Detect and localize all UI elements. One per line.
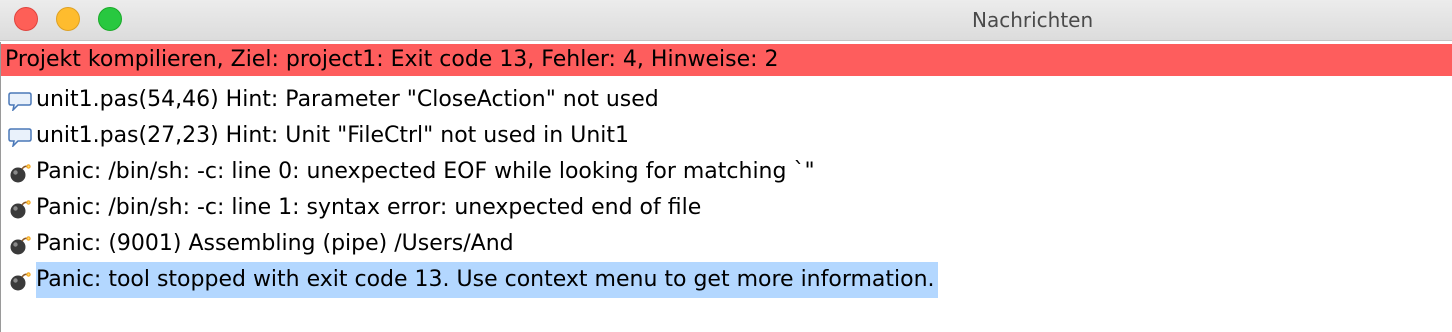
message-row-panic-4-selected[interactable]: Panic: tool stopped with exit code 13. U… [1,262,1452,298]
message-text: Panic: /bin/sh: -c: line 1: syntax error… [36,195,702,220]
message-text: Panic: (9001) Assembling (pipe) /Users/A… [36,231,514,256]
hint-speech-bubble-icon [8,92,32,111]
panic-bomb-icon [10,236,31,255]
message-row-panic-1[interactable]: Panic: /bin/sh: -c: line 0: unexpected E… [1,154,1452,190]
message-row-panic-3[interactable]: Panic: (9001) Assembling (pipe) /Users/A… [1,226,1452,262]
panic-bomb-icon [10,200,31,219]
minimize-window-button[interactable] [56,7,80,31]
window-title: Nachrichten [972,8,1094,32]
title-bar[interactable]: Nachrichten [0,0,1452,41]
zoom-window-button[interactable] [98,7,122,31]
message-row-panic-2[interactable]: Panic: /bin/sh: -c: line 1: syntax error… [1,190,1452,226]
message-text: Panic: tool stopped with exit code 13. U… [36,262,938,298]
message-text: unit1.pas(54,46) Hint: Parameter "CloseA… [36,87,659,112]
panic-bomb-icon [10,164,31,183]
compile-summary-row[interactable]: Projekt kompilieren, Ziel: project1: Exi… [1,44,1452,76]
messages-window: Nachrichten Projekt kompilieren, Ziel: p… [0,0,1452,332]
hint-speech-bubble-icon [8,128,32,147]
messages-list[interactable]: Projekt kompilieren, Ziel: project1: Exi… [0,42,1452,332]
message-text: unit1.pas(27,23) Hint: Unit "FileCtrl" n… [36,123,630,148]
panic-bomb-icon [10,272,31,291]
message-row-hint-2[interactable]: unit1.pas(27,23) Hint: Unit "FileCtrl" n… [1,118,1452,154]
message-text: Panic: /bin/sh: -c: line 0: unexpected E… [36,159,815,184]
message-row-hint-1[interactable]: unit1.pas(54,46) Hint: Parameter "CloseA… [1,82,1452,118]
close-window-button[interactable] [14,7,38,31]
